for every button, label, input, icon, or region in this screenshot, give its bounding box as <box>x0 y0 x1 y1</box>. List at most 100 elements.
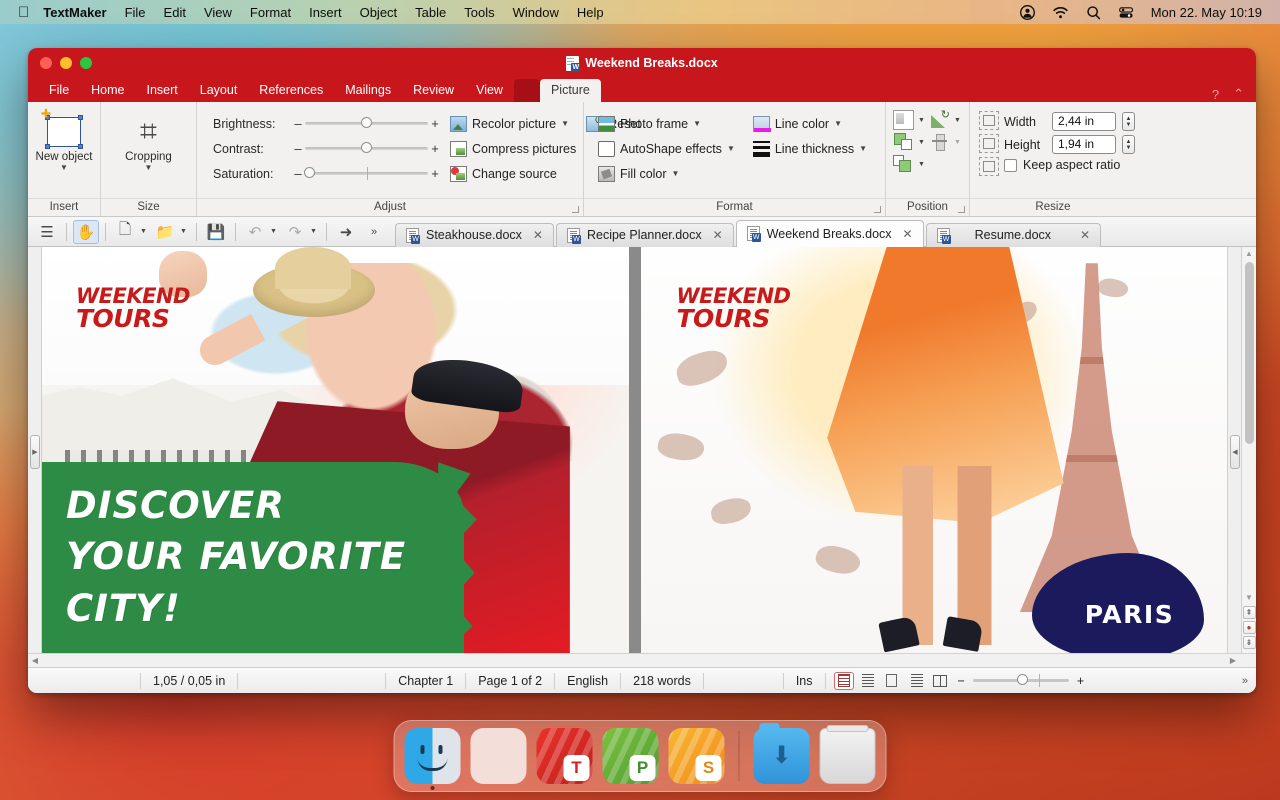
contrast-decrease-button[interactable]: – <box>291 141 305 156</box>
close-tab-icon[interactable]: ✕ <box>713 228 723 242</box>
tab-layout[interactable]: Layout <box>189 79 249 102</box>
new-object-button[interactable]: + New object ▼ <box>34 105 94 172</box>
chevron-down-icon[interactable]: ▼ <box>140 228 150 235</box>
tab-home[interactable]: Home <box>80 79 135 102</box>
chevron-down-icon[interactable]: ▼ <box>859 144 867 153</box>
statusbar-overflow[interactable]: » <box>1242 675 1256 687</box>
brightness-slider[interactable] <box>305 117 428 128</box>
menu-item-file[interactable]: File <box>125 5 146 20</box>
close-tab-icon[interactable]: ✕ <box>1080 228 1090 242</box>
fit-width-icon[interactable] <box>979 157 999 176</box>
scrollbar-thumb[interactable] <box>1244 262 1254 444</box>
menu-item-view[interactable]: View <box>204 5 232 20</box>
compress-pictures-button[interactable]: Compress pictures <box>450 136 576 161</box>
bring-forward-icon[interactable] <box>893 132 914 152</box>
sidebar-icon[interactable]: ☰ <box>34 220 60 244</box>
undo-icon[interactable]: ↶ <box>242 220 268 244</box>
photo-frame-button[interactable]: Photo frame ▼ <box>598 111 735 136</box>
scroll-left-icon[interactable]: ◀ <box>28 656 42 665</box>
dock-item-downloads[interactable]: ⬇ <box>753 723 810 784</box>
brightness-increase-button[interactable]: + <box>428 116 442 131</box>
battery-icon[interactable] <box>1118 4 1135 21</box>
page-view-icon[interactable] <box>882 672 902 690</box>
vertical-scrollbar[interactable]: ▲ ▼ ⇞ ● ⇟ <box>1241 247 1256 653</box>
text-wrapping-icon[interactable] <box>893 110 914 130</box>
facing-pages-icon[interactable] <box>930 672 950 690</box>
menu-item-object[interactable]: Object <box>360 5 398 20</box>
outline-view-icon[interactable] <box>906 672 926 690</box>
autoshape-effects-button[interactable]: AutoShape effects ▼ <box>598 136 735 161</box>
chevron-down-icon[interactable]: ▼ <box>917 139 926 146</box>
ribbon-collapse-button[interactable]: ⌃ <box>1233 86 1244 102</box>
dock-item-textmaker[interactable]: T <box>536 728 593 784</box>
close-tab-icon[interactable]: ✕ <box>903 227 913 241</box>
send-backward-icon[interactable] <box>893 154 914 174</box>
saturation-increase-button[interactable]: + <box>428 166 442 181</box>
open-folder-icon[interactable]: 📁 <box>152 220 178 244</box>
dock-item-trash[interactable] <box>819 725 876 784</box>
apple-logo-icon[interactable]:  <box>18 5 29 20</box>
chevron-down-icon[interactable]: ▼ <box>693 119 701 128</box>
right-panel-toggle[interactable]: ◀ <box>1230 435 1240 469</box>
zoom-in-button[interactable]: + <box>1077 674 1084 688</box>
left-panel-toggle[interactable]: ▶ <box>30 435 40 469</box>
chevron-down-icon[interactable]: ▼ <box>727 144 735 153</box>
width-input[interactable]: 2,44 in <box>1052 112 1116 131</box>
line-thickness-button[interactable]: Line thickness ▼ <box>752 136 867 161</box>
document-tab-weekend-breaks[interactable]: Weekend Breaks.docx ✕ <box>735 219 924 247</box>
tab-picture[interactable]: Picture <box>539 79 601 102</box>
chevron-down-icon[interactable]: ▼ <box>834 119 842 128</box>
control-center-icon[interactable] <box>1019 4 1036 21</box>
change-source-button[interactable]: Change source <box>450 161 576 186</box>
keep-aspect-ratio-checkbox[interactable] <box>1004 158 1017 172</box>
new-document-icon[interactable]: 🗋 <box>112 220 138 244</box>
menu-item-table[interactable]: Table <box>415 5 446 20</box>
recolor-picture-button[interactable]: Recolor picture ▼ <box>450 111 576 136</box>
saturation-slider[interactable] <box>303 167 428 180</box>
close-tab-icon[interactable]: ✕ <box>533 228 543 242</box>
contrast-slider[interactable] <box>305 142 428 153</box>
dock-item-planmaker[interactable]: S <box>668 728 725 784</box>
ribbon-help-button[interactable]: ? <box>1212 87 1219 102</box>
tab-references[interactable]: References <box>248 79 334 102</box>
scroll-right-icon[interactable]: ▶ <box>1226 656 1240 665</box>
chevron-down-icon[interactable]: ▼ <box>145 164 153 172</box>
chevron-down-icon[interactable]: ▼ <box>561 119 569 128</box>
fit-height-icon[interactable] <box>979 134 999 153</box>
position-dialog-launcher[interactable] <box>958 206 965 213</box>
chevron-down-icon[interactable]: ▼ <box>917 117 926 124</box>
align-objects-icon[interactable] <box>929 132 950 152</box>
menu-item-window[interactable]: Window <box>513 5 559 20</box>
search-icon[interactable] <box>1085 4 1102 21</box>
zoom-out-button[interactable]: − <box>958 674 965 688</box>
keep-aspect-ratio-row[interactable]: Keep aspect ratio <box>1004 158 1135 172</box>
chevron-down-icon[interactable]: ▼ <box>310 228 320 235</box>
normal-view-icon[interactable] <box>833 671 854 690</box>
menu-app-name[interactable]: TextMaker <box>43 5 106 20</box>
select-cursor-icon[interactable]: ➜ <box>333 220 359 244</box>
dock-item-finder[interactable] <box>404 728 461 790</box>
wifi-icon[interactable] <box>1052 4 1069 21</box>
document-tab-resume[interactable]: Resume.docx ✕ <box>925 222 1102 247</box>
horizontal-scrollbar[interactable]: ◀ ▶ <box>28 653 1256 667</box>
document-tab-recipe-planner[interactable]: Recipe Planner.docx ✕ <box>555 222 734 247</box>
hand-icon[interactable]: ✋ <box>73 219 99 244</box>
tab-insert[interactable]: Insert <box>136 79 189 102</box>
chevron-down-icon[interactable]: ▼ <box>60 164 68 172</box>
tab-view[interactable]: View <box>465 79 514 102</box>
saturation-decrease-button[interactable]: – <box>291 166 305 181</box>
chevron-down-icon[interactable]: ▼ <box>180 228 190 235</box>
menu-item-help[interactable]: Help <box>577 5 604 20</box>
line-color-button[interactable]: Line color ▼ <box>752 111 867 136</box>
rotate-icon[interactable] <box>929 108 950 130</box>
height-input[interactable]: 1,94 in <box>1052 135 1116 154</box>
fit-object-icon[interactable] <box>979 111 999 130</box>
fill-color-button[interactable]: Fill color ▼ <box>598 161 735 186</box>
toolbar-overflow-icon[interactable]: » <box>361 220 387 244</box>
contrast-increase-button[interactable]: + <box>428 141 442 156</box>
format-dialog-launcher[interactable] <box>874 206 881 213</box>
insert-mode[interactable]: Ins <box>784 672 826 689</box>
dock-item-launchpad[interactable] <box>470 728 527 784</box>
chevron-down-icon[interactable]: ▼ <box>917 161 926 168</box>
document-page-2[interactable]: WEEKEND TOURS PARIS <box>640 247 1227 653</box>
